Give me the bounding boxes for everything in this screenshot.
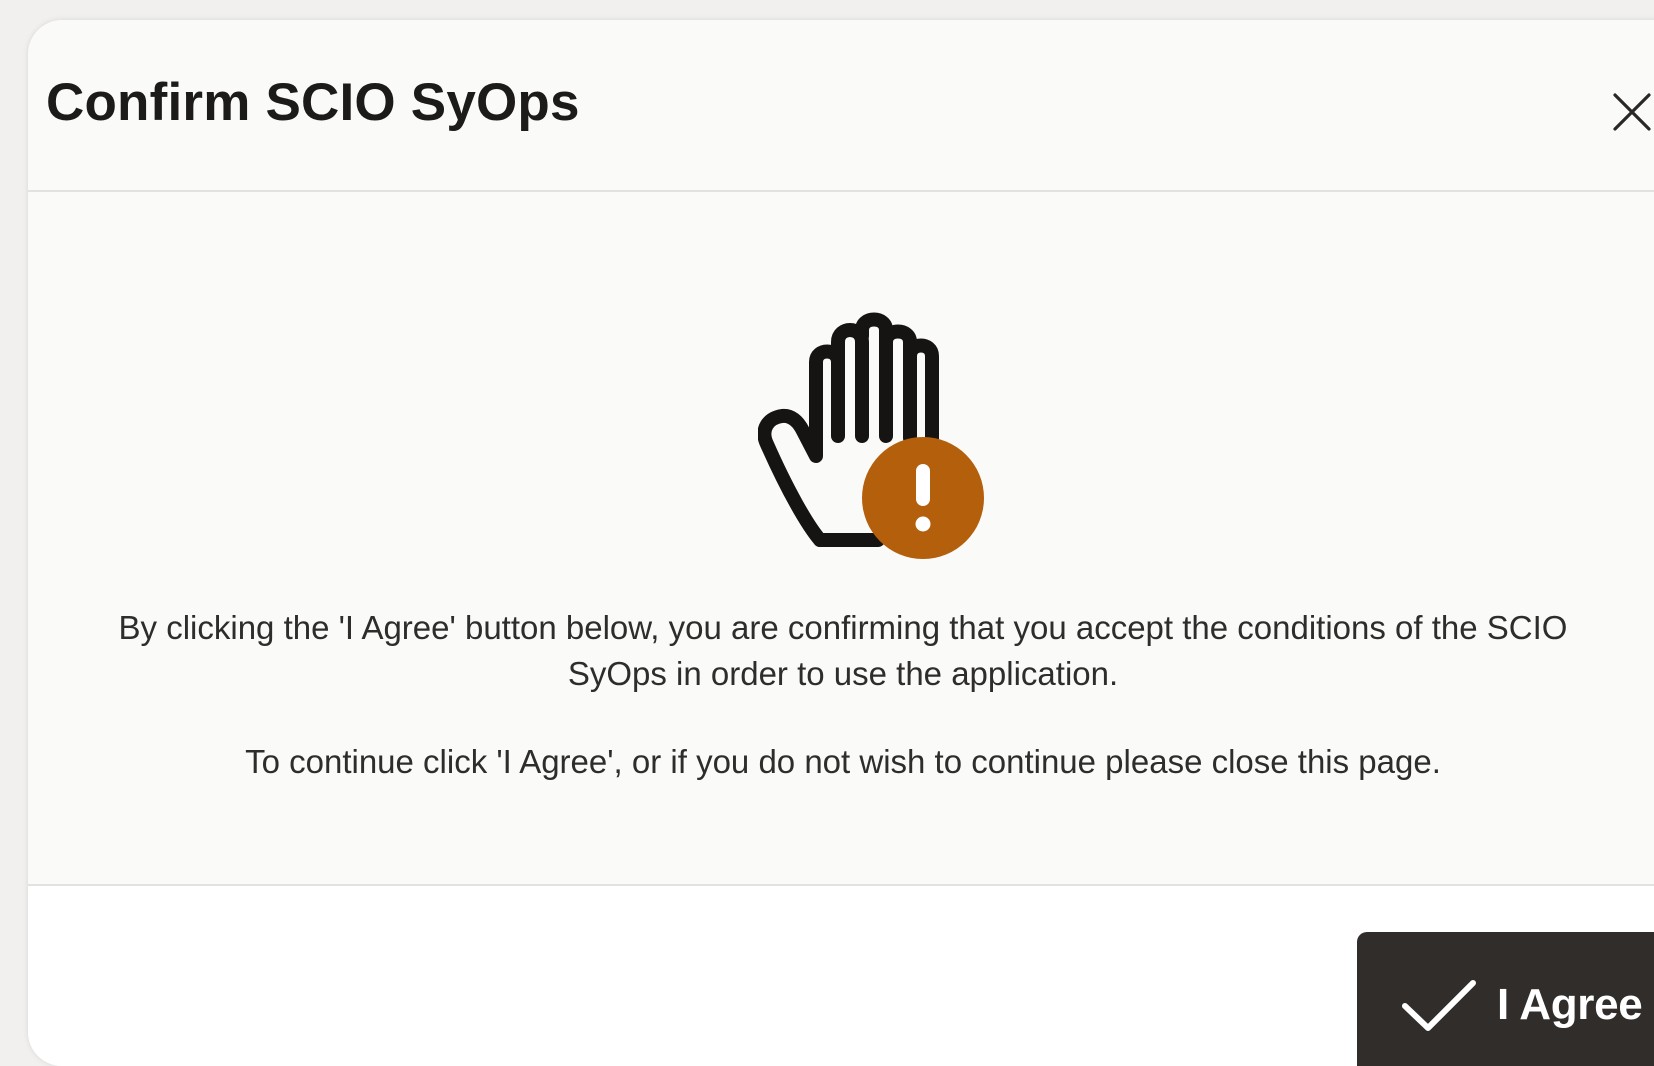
raised-hand-warning-icon	[758, 312, 984, 559]
confirmation-message: By clicking the 'I Agree' button below, …	[118, 609, 1568, 692]
i-agree-label: I Agree	[1497, 980, 1643, 1029]
dialog-header: Confirm SCIO SyOps	[28, 20, 1654, 192]
checkmark-icon	[1402, 980, 1476, 1031]
close-button[interactable]	[1600, 80, 1654, 144]
dialog-footer: I Agree	[28, 884, 1654, 1066]
continue-instructions: To continue click 'I Agree', or if you d…	[245, 743, 1441, 780]
dialog-body: By clicking the 'I Agree' button below, …	[28, 192, 1654, 884]
close-icon	[1613, 93, 1651, 131]
confirm-syops-dialog: Confirm SCIO SyOps By clicking the 'I Ag…	[28, 20, 1654, 1066]
dialog-title: Confirm SCIO SyOps	[46, 73, 580, 132]
i-agree-button[interactable]: I Agree	[1357, 932, 1654, 1066]
